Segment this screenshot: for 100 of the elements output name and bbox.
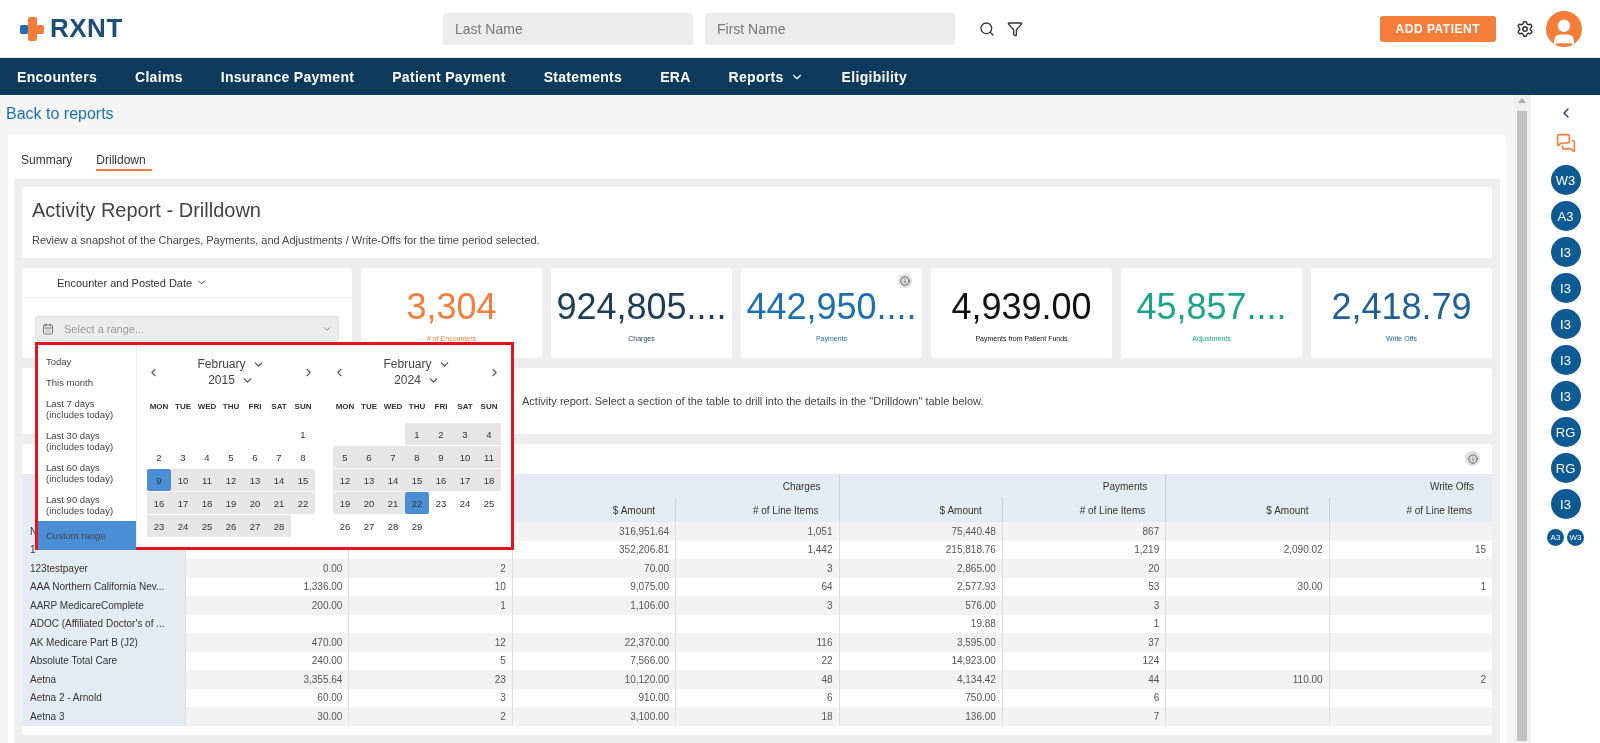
nav-item[interactable]: Statements bbox=[543, 68, 623, 85]
range-preset[interactable]: Last 90 days (includes today) bbox=[38, 489, 136, 521]
calendar-day[interactable]: 15 bbox=[291, 469, 315, 491]
table-cell[interactable]: 2 bbox=[348, 707, 512, 726]
table-cell[interactable]: 110.00 bbox=[1165, 670, 1329, 689]
calendar-day[interactable]: 20 bbox=[243, 492, 267, 514]
calendar-day[interactable]: 17 bbox=[453, 469, 477, 491]
table-cell[interactable]: 10,120.00 bbox=[511, 670, 676, 689]
calendar-day[interactable]: 24 bbox=[453, 492, 477, 514]
user-bubble[interactable]: I3 bbox=[1550, 273, 1581, 303]
table-cell[interactable]: 2 bbox=[1328, 670, 1492, 689]
calendar-day[interactable]: 22 bbox=[405, 492, 429, 514]
table-cell[interactable]: 1 bbox=[348, 596, 512, 615]
user-bubble[interactable]: W3 bbox=[1550, 165, 1581, 195]
table-cell[interactable]: 3 bbox=[1001, 596, 1166, 615]
column-header[interactable]: # of Line Items bbox=[1001, 498, 1166, 522]
user-bubble[interactable]: I3 bbox=[1550, 489, 1581, 519]
user-bubble[interactable]: I3 bbox=[1550, 309, 1581, 339]
table-cell[interactable] bbox=[1165, 633, 1329, 652]
table-cell[interactable]: 44 bbox=[1001, 670, 1166, 689]
calendar-day[interactable]: 18 bbox=[195, 492, 219, 514]
table-cell[interactable] bbox=[1328, 633, 1492, 652]
calendar-day[interactable]: 10 bbox=[453, 446, 477, 468]
table-cell[interactable]: 23 bbox=[348, 670, 512, 689]
calendar-day[interactable]: 7 bbox=[381, 446, 405, 468]
table-cell[interactable] bbox=[1328, 522, 1492, 541]
year-dropdown[interactable]: 2024 bbox=[394, 373, 440, 387]
calendar-day[interactable]: 3 bbox=[453, 423, 477, 445]
date-type-dropdown[interactable]: Encounter and Posted Date bbox=[57, 276, 208, 289]
calendar-day[interactable]: 27 bbox=[243, 515, 267, 537]
calendar-day[interactable]: 5 bbox=[333, 446, 357, 468]
calendar-day[interactable]: 21 bbox=[381, 492, 405, 514]
table-cell[interactable] bbox=[1165, 522, 1329, 541]
date-range-picker[interactable]: Select a range... bbox=[35, 316, 339, 341]
calendar-day[interactable]: 13 bbox=[357, 469, 381, 491]
calendar-day[interactable]: 25 bbox=[195, 515, 219, 537]
year-dropdown[interactable]: 2015 bbox=[208, 373, 254, 387]
table-cell[interactable]: 75,440.48 bbox=[838, 522, 1002, 541]
calendar-day[interactable]: 8 bbox=[405, 446, 429, 468]
nav-item[interactable]: ERA bbox=[660, 68, 691, 85]
info-icon[interactable] bbox=[898, 274, 912, 288]
calendar-day[interactable]: 19 bbox=[333, 492, 357, 514]
calendar-day[interactable]: 9 bbox=[147, 469, 171, 491]
calendar-day[interactable]: 1 bbox=[291, 423, 315, 445]
nav-item[interactable]: Eligibility bbox=[841, 68, 908, 85]
calendar-day[interactable]: 11 bbox=[195, 469, 219, 491]
user-bubble[interactable]: I3 bbox=[1550, 237, 1581, 267]
table-cell[interactable] bbox=[1328, 596, 1492, 615]
table-cell[interactable]: 22,370.00 bbox=[511, 633, 676, 652]
table-cell[interactable]: 30.00 bbox=[185, 707, 349, 726]
calendar-day[interactable]: 12 bbox=[333, 469, 357, 491]
calendar-day[interactable]: 6 bbox=[243, 446, 267, 468]
date-range-field[interactable]: Select a range... bbox=[62, 321, 314, 336]
calendar-day[interactable]: 18 bbox=[477, 469, 501, 491]
user-bubble[interactable]: W3 bbox=[1567, 529, 1584, 546]
calendar-day[interactable]: 15 bbox=[405, 469, 429, 491]
table-cell[interactable]: 3,595.00 bbox=[838, 633, 1002, 652]
column-header[interactable]: $ Amount bbox=[838, 498, 1002, 522]
table-cell[interactable]: 70.00 bbox=[511, 559, 676, 578]
calendar-day[interactable]: 14 bbox=[381, 469, 405, 491]
logo[interactable]: RXNT bbox=[50, 13, 123, 44]
table-cell[interactable]: 2 bbox=[348, 559, 512, 578]
table-cell[interactable]: 576.00 bbox=[838, 596, 1002, 615]
calendar-day[interactable]: 14 bbox=[267, 469, 291, 491]
table-cell[interactable]: 0.00 bbox=[185, 559, 349, 578]
user-bubble[interactable]: A3 bbox=[1550, 201, 1581, 231]
calendar-day[interactable]: 1 bbox=[405, 423, 429, 445]
tab[interactable]: Drilldown bbox=[96, 153, 152, 171]
calendar-day[interactable]: 19 bbox=[219, 492, 243, 514]
search-icon[interactable] bbox=[979, 20, 995, 37]
calendar-day[interactable]: 24 bbox=[171, 515, 195, 537]
calendar-day[interactable]: 12 bbox=[219, 469, 243, 491]
calendar-day[interactable]: 26 bbox=[333, 515, 357, 537]
table-cell[interactable]: 1,051 bbox=[675, 522, 839, 541]
payer-cell[interactable]: Aetna bbox=[22, 670, 185, 689]
nav-item[interactable]: Patient Payment bbox=[392, 68, 506, 85]
calendar-day[interactable]: 6 bbox=[357, 446, 381, 468]
calendar-day[interactable]: 22 bbox=[291, 492, 315, 514]
table-cell[interactable]: 116 bbox=[675, 633, 839, 652]
table-cell[interactable]: 12 bbox=[348, 633, 512, 652]
user-bubble[interactable]: I3 bbox=[1550, 345, 1581, 375]
settings-icon[interactable] bbox=[1516, 19, 1534, 38]
user-bubble[interactable]: RG bbox=[1550, 453, 1581, 483]
calendar-day[interactable]: 20 bbox=[357, 492, 381, 514]
nav-item[interactable]: Insurance Payment bbox=[220, 68, 355, 85]
user-avatar[interactable] bbox=[1546, 10, 1582, 47]
calendar-day[interactable]: 7 bbox=[267, 446, 291, 468]
calendar-day[interactable]: 3 bbox=[171, 446, 195, 468]
table-cell[interactable]: 470.00 bbox=[185, 633, 349, 652]
table-cell[interactable]: 136.00 bbox=[838, 707, 1002, 726]
calendar-day[interactable]: 4 bbox=[195, 446, 219, 468]
user-bubble[interactable]: A3 bbox=[1547, 529, 1564, 546]
chat-icon[interactable] bbox=[1555, 133, 1576, 153]
table-cell[interactable] bbox=[1165, 559, 1329, 578]
table-cell[interactable]: 867 bbox=[1001, 522, 1166, 541]
calendar-day[interactable]: 21 bbox=[267, 492, 291, 514]
table-cell[interactable]: 20 bbox=[1001, 559, 1166, 578]
table-cell[interactable] bbox=[1165, 707, 1329, 726]
table-cell[interactable]: 3,100.00 bbox=[511, 707, 676, 726]
user-bubble[interactable]: I3 bbox=[1550, 381, 1581, 411]
